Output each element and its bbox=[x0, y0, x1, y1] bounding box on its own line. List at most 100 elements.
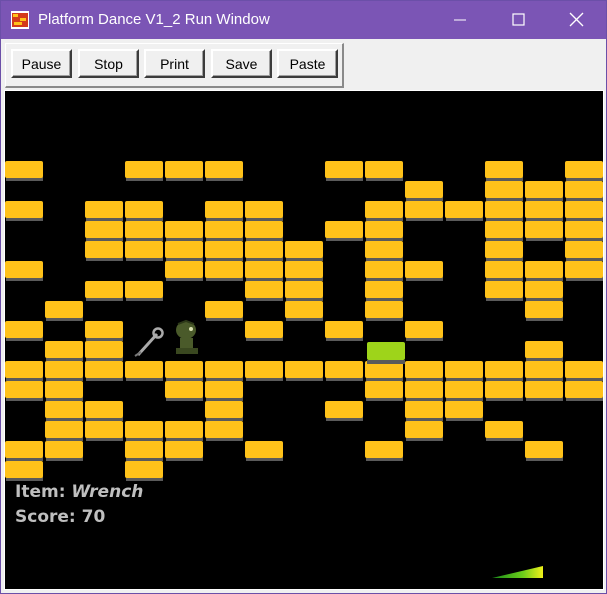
brick bbox=[245, 441, 283, 458]
brick bbox=[5, 321, 43, 338]
brick bbox=[325, 321, 363, 338]
brick bbox=[165, 161, 203, 178]
brick bbox=[85, 401, 123, 418]
brick bbox=[125, 421, 163, 438]
brick bbox=[5, 201, 43, 218]
title-bar[interactable]: Platform Dance V1_2 Run Window bbox=[1, 1, 606, 39]
brick bbox=[85, 221, 123, 238]
brick bbox=[5, 361, 43, 378]
window-title: Platform Dance V1_2 Run Window bbox=[38, 11, 270, 28]
brick bbox=[165, 381, 203, 398]
brick bbox=[565, 201, 603, 218]
brick bbox=[365, 221, 403, 238]
wrench-icon bbox=[134, 327, 164, 357]
brick bbox=[325, 161, 363, 178]
brick bbox=[565, 361, 603, 378]
brick bbox=[405, 401, 443, 418]
score-readout: Score: 70 bbox=[15, 507, 105, 527]
player-character bbox=[176, 319, 198, 354]
brick bbox=[365, 261, 403, 278]
maximize-icon bbox=[512, 13, 525, 26]
run-window: Platform Dance V1_2 Run Window Pause Sto… bbox=[0, 0, 607, 594]
brick bbox=[325, 401, 363, 418]
power-meter bbox=[492, 566, 543, 578]
brick bbox=[205, 301, 243, 318]
brick bbox=[405, 181, 443, 198]
brick bbox=[565, 381, 603, 398]
brick bbox=[125, 441, 163, 458]
brick bbox=[45, 341, 83, 358]
brick bbox=[445, 401, 483, 418]
brick bbox=[5, 161, 43, 178]
brick bbox=[205, 421, 243, 438]
goal-block-shadow bbox=[367, 360, 405, 364]
brick bbox=[445, 381, 483, 398]
brick bbox=[5, 461, 43, 478]
brick bbox=[485, 241, 523, 258]
brick bbox=[485, 381, 523, 398]
brick bbox=[445, 201, 483, 218]
brick bbox=[45, 361, 83, 378]
brick bbox=[205, 221, 243, 238]
brick bbox=[165, 441, 203, 458]
item-label: Item: bbox=[15, 482, 66, 502]
brick bbox=[405, 381, 443, 398]
brick bbox=[205, 261, 243, 278]
brick bbox=[485, 201, 523, 218]
brick bbox=[325, 221, 363, 238]
brick bbox=[205, 161, 243, 178]
brick bbox=[285, 261, 323, 278]
item-readout: Item: Wrench bbox=[15, 482, 143, 502]
brick bbox=[405, 261, 443, 278]
brick bbox=[365, 241, 403, 258]
brick bbox=[525, 201, 563, 218]
brick bbox=[205, 201, 243, 218]
pause-button[interactable]: Pause bbox=[11, 49, 72, 78]
brick bbox=[85, 361, 123, 378]
score-value: 70 bbox=[81, 507, 106, 527]
brick bbox=[285, 241, 323, 258]
brick bbox=[85, 341, 123, 358]
brick bbox=[125, 201, 163, 218]
close-button[interactable] bbox=[548, 1, 606, 39]
brick bbox=[285, 361, 323, 378]
goal-block bbox=[367, 342, 405, 360]
brick bbox=[245, 201, 283, 218]
brick bbox=[365, 201, 403, 218]
brick bbox=[45, 401, 83, 418]
brick bbox=[245, 241, 283, 258]
brick bbox=[485, 261, 523, 278]
brick bbox=[525, 381, 563, 398]
brick bbox=[45, 301, 83, 318]
brick bbox=[405, 421, 443, 438]
paste-button[interactable]: Paste bbox=[277, 49, 338, 78]
brick bbox=[85, 241, 123, 258]
brick bbox=[165, 221, 203, 238]
brick bbox=[565, 261, 603, 278]
brick bbox=[285, 301, 323, 318]
save-button[interactable]: Save bbox=[211, 49, 272, 78]
brick bbox=[445, 361, 483, 378]
print-button[interactable]: Print bbox=[144, 49, 205, 78]
brick bbox=[125, 361, 163, 378]
minimize-button[interactable] bbox=[432, 1, 490, 39]
brick bbox=[525, 281, 563, 298]
brick bbox=[205, 401, 243, 418]
game-canvas[interactable]: Item: Wrench Score: 70 bbox=[4, 90, 604, 590]
app-icon bbox=[10, 10, 30, 30]
brick bbox=[205, 361, 243, 378]
brick bbox=[85, 281, 123, 298]
brick bbox=[45, 421, 83, 438]
maximize-button[interactable] bbox=[490, 1, 548, 39]
stop-button[interactable]: Stop bbox=[78, 49, 139, 78]
brick bbox=[405, 321, 443, 338]
brick bbox=[405, 201, 443, 218]
brick bbox=[565, 181, 603, 198]
brick bbox=[85, 321, 123, 338]
brick bbox=[525, 301, 563, 318]
brick bbox=[125, 281, 163, 298]
brick bbox=[485, 221, 523, 238]
brick bbox=[5, 441, 43, 458]
brick bbox=[5, 261, 43, 278]
brick bbox=[565, 161, 603, 178]
